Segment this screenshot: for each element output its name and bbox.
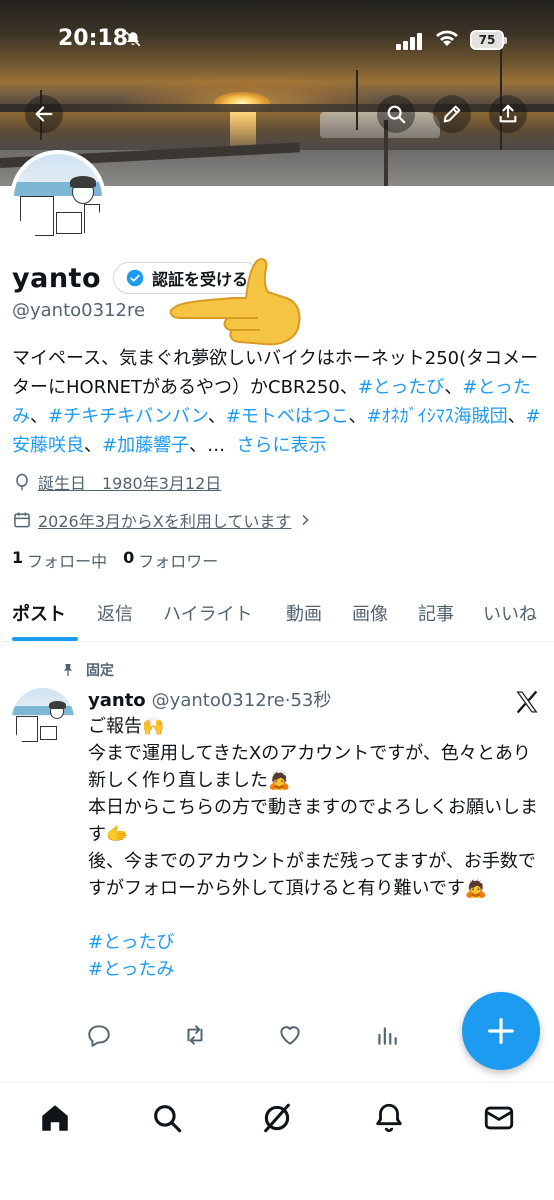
views-icon[interactable]: [374, 1022, 400, 1048]
post-author-name[interactable]: yanto: [88, 690, 146, 711]
compose-post-button[interactable]: [462, 992, 540, 1070]
bell-muted-icon: [124, 30, 142, 53]
hashtag-link[interactable]: #チキチキバンバン: [48, 406, 208, 427]
tab-photos[interactable]: 画像: [352, 600, 388, 626]
post-header: yanto @yanto0312re·53秒: [88, 686, 331, 712]
search-icon: [387, 105, 406, 124]
tab-videos[interactable]: 動画: [286, 600, 322, 626]
battery-indicator: 75: [470, 30, 507, 50]
profile-bio: マイペース、気まぐれ夢欲しいバイクはホーネット250(タコメーターにHORNET…: [12, 344, 542, 460]
profile-tabs: ポスト 返信 ハイライト 動画 画像 記事 いいね: [0, 590, 554, 642]
post-line: 今まで運用してきたXのアカウントですが、色々とあり新しく作り直しました🙇: [88, 743, 531, 791]
separator: 、: [30, 406, 48, 427]
ellipsis: …: [207, 435, 226, 456]
mail-icon[interactable]: [482, 1101, 516, 1135]
calendar-icon: [14, 512, 30, 528]
edit-button[interactable]: [433, 95, 471, 133]
grok-icon[interactable]: [260, 1101, 294, 1135]
profile-name: yanto: [12, 262, 101, 294]
avatar-image: [12, 688, 74, 750]
pencil-icon: [443, 105, 461, 123]
verified-badge-icon: [126, 269, 144, 287]
wifi-icon: [434, 28, 460, 53]
following-label[interactable]: フォロー中: [27, 548, 107, 572]
bell-icon[interactable]: [372, 1101, 406, 1135]
search-icon[interactable]: [150, 1101, 184, 1135]
tab-highlights[interactable]: ハイライト: [163, 600, 253, 626]
back-button[interactable]: [25, 95, 63, 133]
cellular-signal-icon: [396, 32, 426, 50]
birthday-text[interactable]: 誕生日 1980年3月12日: [38, 470, 221, 494]
pointing-hand-icon: [169, 258, 301, 346]
followers-count[interactable]: 0: [123, 548, 134, 572]
share-button[interactable]: [489, 95, 527, 133]
post-line: 後、今までのアカウントがまだ残ってますが、お手数ですがフォローから外して頂けると…: [88, 851, 536, 899]
hashtag-link[interactable]: #とったみ: [88, 956, 544, 983]
chevron-right-icon: [302, 514, 310, 526]
follow-stats: 1 フォロー中 0 フォロワー: [12, 548, 218, 572]
x-logo-icon: [516, 690, 538, 714]
post-text: ご報告🙌 今まで運用してきたXのアカウントですが、色々とあり新しく作り直しました…: [88, 713, 544, 983]
hashtag-link[interactable]: #ｵﾈｶﾞｲｼﾏｽ海賊団: [367, 406, 508, 427]
post-avatar[interactable]: [12, 688, 74, 750]
post-actions: [86, 1022, 406, 1050]
repost-icon[interactable]: [182, 1022, 208, 1048]
home-icon[interactable]: [38, 1101, 72, 1135]
profile-handle: @yanto0312re: [12, 300, 146, 321]
birthday-row: 誕生日 1980年3月12日: [12, 470, 221, 494]
avatar-image: [14, 154, 102, 242]
status-bar: 20:18 75: [0, 22, 554, 62]
separator: 、: [207, 406, 226, 427]
profile-avatar[interactable]: [10, 150, 106, 246]
tab-articles[interactable]: 記事: [418, 600, 454, 626]
pinned-label: 固定: [86, 663, 114, 679]
active-tab-indicator: [12, 637, 78, 641]
share-icon: [499, 104, 517, 123]
followers-label[interactable]: フォロワー: [138, 548, 218, 572]
bio-text: マイペース、気まぐれ夢: [12, 348, 210, 369]
joined-text[interactable]: 2026年3月からXを利用しています: [38, 508, 291, 532]
pinned-label-row: 固定: [60, 660, 114, 680]
bottom-navigation: [0, 1082, 554, 1200]
post-line: 本日からこちらの方で動きますのでよろしくお願いします🫱: [88, 797, 538, 845]
separator: 、: [444, 377, 463, 398]
following-count[interactable]: 1: [12, 548, 23, 572]
status-time: 20:18: [58, 26, 129, 51]
separator: 、: [84, 435, 102, 456]
search-button[interactable]: [377, 95, 415, 133]
hashtag-link[interactable]: #加藤響子: [102, 435, 189, 456]
hashtag-link[interactable]: #モトベはつこ: [226, 406, 349, 427]
mast: [356, 70, 358, 130]
plus-icon: [488, 1018, 514, 1044]
separator: 、: [189, 435, 208, 456]
pin-icon: [64, 664, 72, 676]
back-arrow-icon: [35, 106, 53, 122]
balloon-icon: [16, 473, 28, 491]
reply-icon[interactable]: [86, 1022, 112, 1048]
post-author-handle-time[interactable]: @yanto0312re·53秒: [152, 686, 332, 712]
tab-likes[interactable]: いいね: [483, 600, 537, 626]
hashtag-link[interactable]: #とったび: [88, 929, 544, 956]
like-icon[interactable]: [277, 1022, 303, 1048]
show-more-link[interactable]: さらに表示: [237, 435, 327, 456]
hashtag-link[interactable]: #とったび: [358, 377, 445, 398]
separator: 、: [507, 406, 526, 427]
tab-posts[interactable]: ポスト: [12, 600, 66, 626]
tab-replies[interactable]: 返信: [97, 600, 133, 626]
separator: 、: [348, 406, 367, 427]
post-line: ご報告🙌: [88, 716, 165, 737]
joined-row[interactable]: 2026年3月からXを利用しています: [12, 508, 319, 532]
